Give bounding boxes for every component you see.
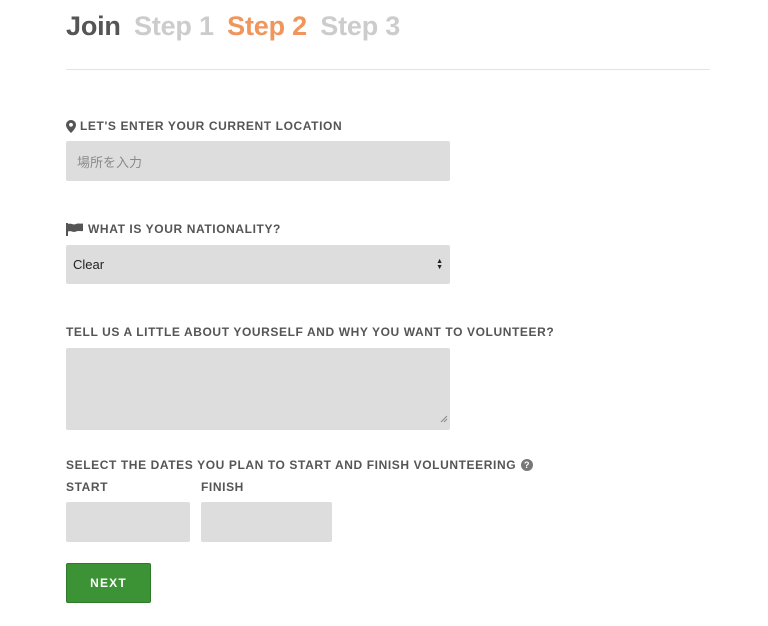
join-title: Join — [66, 11, 121, 41]
dates-label: SELECT THE DATES YOU PLAN TO START AND F… — [66, 458, 534, 472]
flag-icon — [66, 222, 84, 236]
location-label-text: LET'S ENTER YOUR CURRENT LOCATION — [80, 119, 343, 133]
svg-text:?: ? — [524, 460, 530, 470]
finish-date-input[interactable] — [201, 502, 332, 542]
location-input-placeholder: 場所を入力 — [77, 155, 143, 171]
resize-grip-icon[interactable] — [440, 410, 448, 428]
select-arrows-icon: ▲ ▼ — [436, 257, 443, 271]
location-label: LET'S ENTER YOUR CURRENT LOCATION — [66, 119, 342, 133]
nationality-select[interactable]: Clear ▲ ▼ — [66, 245, 450, 284]
about-label-text: TELL US A LITTLE ABOUT YOURSELF AND WHY … — [66, 325, 555, 339]
step-header: Join Step 1 Step 2 Step 3 — [66, 11, 406, 42]
nationality-label: WHAT IS YOUR NATIONALITY? — [66, 222, 281, 236]
dates-label-text: SELECT THE DATES YOU PLAN TO START AND F… — [66, 458, 517, 472]
start-date-label: START — [66, 480, 109, 494]
step-3-indicator: Step 3 — [320, 11, 401, 41]
location-input[interactable]: 場所を入力 — [66, 141, 450, 181]
step-1-indicator: Step 1 — [134, 11, 214, 41]
next-button[interactable]: NEXT — [66, 563, 151, 603]
question-circle-icon[interactable]: ? — [521, 459, 534, 471]
nationality-label-text: WHAT IS YOUR NATIONALITY? — [88, 222, 281, 236]
start-date-input[interactable] — [66, 502, 190, 542]
header-divider — [66, 69, 710, 70]
join-form-page: Join Step 1 Step 2 Step 3 LET'S ENTER YO… — [0, 0, 768, 626]
about-label: TELL US A LITTLE ABOUT YOURSELF AND WHY … — [66, 325, 554, 339]
map-pin-icon — [66, 119, 76, 133]
finish-date-label: FINISH — [201, 480, 244, 494]
nationality-selected-value: Clear — [73, 257, 105, 272]
step-2-indicator-active: Step 2 — [227, 11, 307, 41]
about-textarea[interactable] — [66, 348, 450, 430]
